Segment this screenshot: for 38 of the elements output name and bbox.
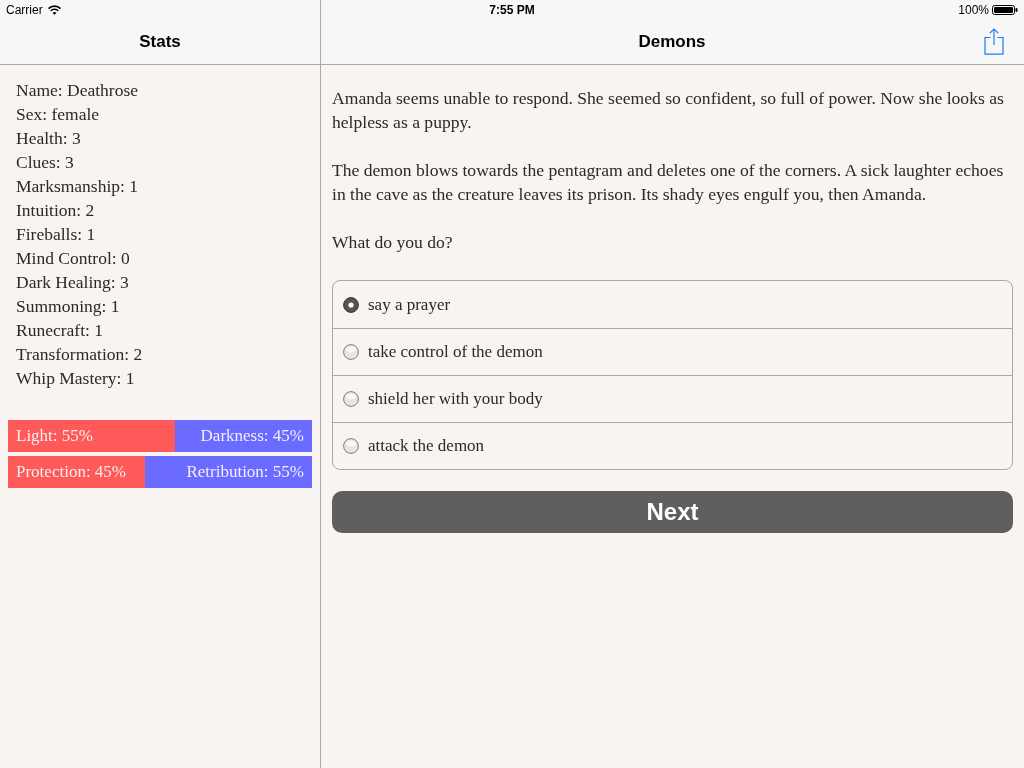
choice-option[interactable]: take control of the demon	[333, 328, 1012, 375]
stat-line: Marksmanship: 1	[16, 175, 138, 198]
stat-line: Clues: 3	[16, 151, 74, 174]
sidebar-title: Stats	[139, 31, 181, 54]
share-button[interactable]	[983, 27, 1005, 55]
clock-time: 7:55 PM	[489, 2, 535, 19]
stat-line: Transformation: 2	[16, 343, 143, 366]
stat-line: Mind Control: 0	[16, 247, 130, 270]
choice-option[interactable]: shield her with your body	[333, 375, 1012, 422]
bar-label: Darkness: 45%	[200, 425, 304, 448]
stat-line: Summoning: 1	[16, 295, 120, 318]
stat-line: Runecraft: 1	[16, 319, 103, 342]
stat-line: Dark Healing: 3	[16, 271, 129, 294]
wifi-icon	[47, 5, 61, 15]
choice-label: attack the demon	[368, 435, 485, 458]
bar-label: Retribution: 55%	[186, 461, 304, 484]
stat-line: Fireballs: 1	[16, 223, 96, 246]
next-button[interactable]: Next	[332, 491, 1013, 533]
choice-option[interactable]: attack the demon	[333, 422, 1012, 469]
story-paragraph: What do you do?	[332, 231, 454, 254]
battery-percentage: 100%	[958, 2, 989, 19]
carrier-name: Carrier	[6, 2, 43, 19]
bar-label: Protection: 45%	[16, 461, 126, 484]
choice-label: take control of the demon	[368, 341, 543, 364]
page-title: Demons	[638, 31, 706, 54]
stat-line: Whip Mastery: 1	[16, 367, 135, 390]
bar-label: Light: 55%	[16, 425, 93, 448]
stat-line: Intuition: 2	[16, 199, 95, 222]
choice-label: say a prayer	[368, 293, 451, 316]
choice-option[interactable]: say a prayer	[333, 281, 1012, 328]
stat-line: Name: Deathrose	[16, 79, 138, 102]
stat-line: Sex: female	[16, 103, 100, 126]
story-paragraph: Amanda seems unable to respond. She seemed so confident, so full of power. Now she looks as helpless as a puppy.	[332, 87, 1005, 134]
story-paragraph: The demon blows towards the pentagram and deletes one of the corners. A sick laughter echoes in the cave as the creature leaves its prison. Its shady eyes engulf you, then Amanda.	[332, 159, 1005, 206]
share-icon	[984, 27, 1004, 55]
stat-line: Health: 3	[16, 127, 81, 150]
choice-label: shield her with your body	[368, 388, 543, 411]
battery-icon	[992, 5, 1018, 15]
